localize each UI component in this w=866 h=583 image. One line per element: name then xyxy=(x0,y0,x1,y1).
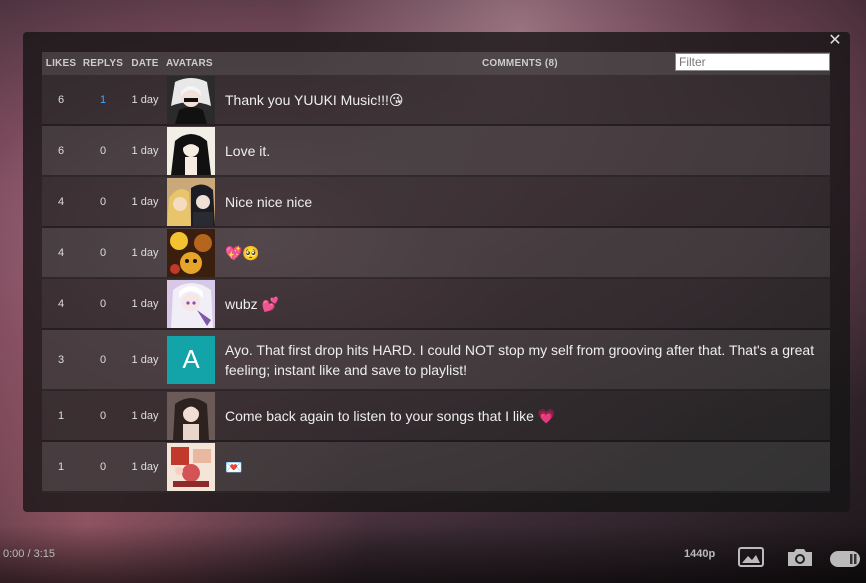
avatar xyxy=(167,442,215,491)
comment-text: Ayo. That first drop hits HARD. I could … xyxy=(225,341,815,378)
comment-text: Love it. xyxy=(225,142,271,159)
header-likes[interactable]: LIKES xyxy=(42,58,80,69)
table-header: LIKES REPLYS DATE AVATARS COMMENTS (8) xyxy=(42,52,830,75)
date-text: 1 day xyxy=(131,144,159,157)
date-text: 1 day xyxy=(131,409,159,422)
time-display: 0:00 / 3:15 xyxy=(3,548,55,560)
table-row[interactable]: 1 0 1 day Come back again to listen to y… xyxy=(42,391,830,442)
comment-text: wubz 💕 xyxy=(225,295,280,312)
quality-button[interactable]: 1440p xyxy=(684,548,715,560)
header-comments: COMMENTS (8) xyxy=(482,58,558,69)
avatar xyxy=(167,391,215,440)
comment-text: 💌 xyxy=(215,457,830,477)
replys-count[interactable]: 0 xyxy=(80,196,126,208)
emoji: 💗 xyxy=(537,407,556,424)
likes-count: 6 xyxy=(57,144,65,157)
likes-count: 3 xyxy=(57,353,65,366)
avatar xyxy=(167,126,215,175)
replys-count[interactable]: 0 xyxy=(80,247,126,259)
date-text: 1 day xyxy=(131,246,159,259)
header-avatars: AVATARS xyxy=(166,58,213,69)
header-date[interactable]: DATE xyxy=(126,58,164,69)
table-row[interactable]: 6 0 1 day Love it. xyxy=(42,126,830,177)
date-text: 1 day xyxy=(131,460,159,473)
camera-icon[interactable] xyxy=(786,547,814,567)
date-text: 1 day xyxy=(131,297,159,310)
table-row[interactable]: 6 1 1 day Thank you YUUKI Music!!!😘 xyxy=(42,75,830,126)
table-row[interactable]: 1 0 1 day 💌 xyxy=(42,442,830,493)
table-row[interactable]: 4 0 1 day wubz 💕 xyxy=(42,279,830,330)
date-text: 1 day xyxy=(131,195,159,208)
comment-text: Nice nice nice xyxy=(225,193,313,210)
comments-table: LIKES REPLYS DATE AVATARS COMMENTS (8) 6… xyxy=(42,52,830,493)
likes-count: 4 xyxy=(57,195,65,208)
avatar xyxy=(167,177,215,226)
pause-icon[interactable] xyxy=(830,551,860,567)
header-replys[interactable]: REPLYS xyxy=(80,58,126,69)
player-controls: 0:00 / 3:15 1440p xyxy=(0,525,866,583)
table-row[interactable]: 4 0 1 day 💖🥺 xyxy=(42,228,830,279)
replys-count[interactable]: 0 xyxy=(80,354,126,366)
filter-input[interactable] xyxy=(675,53,830,71)
comment-text: Thank you YUUKI Music!!!😘 xyxy=(225,91,404,108)
avatar: A xyxy=(167,335,215,384)
emoji: 😘 xyxy=(388,91,404,108)
likes-count: 1 xyxy=(57,460,65,473)
avatar xyxy=(167,228,215,277)
avatar xyxy=(167,279,215,328)
comment-text: Come back again to listen to your songs … xyxy=(225,407,556,424)
replys-count[interactable]: 0 xyxy=(80,298,126,310)
replys-count[interactable]: 1 xyxy=(80,94,126,106)
replys-count[interactable]: 0 xyxy=(80,410,126,422)
likes-count: 1 xyxy=(57,409,65,422)
table-row[interactable]: 3 0 1 day A Ayo. That first drop hits HA… xyxy=(42,330,830,391)
date-text: 1 day xyxy=(131,93,159,106)
date-text: 1 day xyxy=(131,353,159,366)
image-icon[interactable] xyxy=(738,547,764,567)
emoji: 💌 xyxy=(225,458,243,475)
close-icon[interactable]: ✕ xyxy=(828,33,842,49)
replys-count[interactable]: 0 xyxy=(80,461,126,473)
likes-count: 4 xyxy=(57,297,65,310)
emoji: 💕 xyxy=(261,295,280,312)
comment-text: 💖🥺 xyxy=(215,243,830,263)
comments-panel: ✕ LIKES REPLYS DATE AVATARS COMMENTS (8)… xyxy=(23,32,850,512)
emoji: 💖🥺 xyxy=(225,244,260,261)
avatar xyxy=(167,75,215,124)
table-row[interactable]: 4 0 1 day Nice nice nice xyxy=(42,177,830,228)
likes-count: 6 xyxy=(57,93,65,106)
likes-count: 4 xyxy=(57,246,65,259)
replys-count[interactable]: 0 xyxy=(80,145,126,157)
